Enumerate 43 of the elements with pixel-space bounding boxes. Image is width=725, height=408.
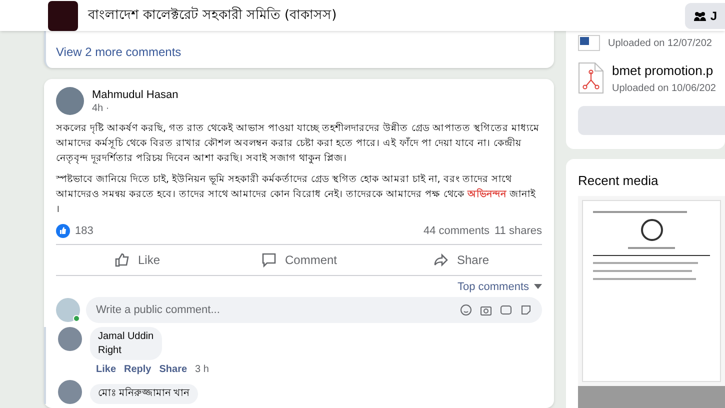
caret-icon [534, 284, 542, 290]
share-button[interactable]: Share [380, 246, 542, 272]
pdf-file-icon [578, 62, 604, 94]
author-avatar[interactable] [56, 87, 84, 115]
sticker-icon[interactable] [520, 304, 532, 316]
like-reaction-icon [56, 224, 70, 238]
view-more-comments-link[interactable]: View 2 more comments [56, 45, 182, 59]
comment-time: 3 h [195, 363, 209, 376]
word-document-icon [578, 35, 600, 51]
comment-author[interactable]: Jamal Uddin [98, 330, 154, 344]
sort-comments-button[interactable]: Top comments [457, 278, 542, 295]
thumbs-up-icon [114, 252, 130, 268]
reaction-count[interactable]: 183 [75, 223, 94, 240]
share-arrow-icon [432, 252, 449, 268]
upload-date: Uploaded on 10/06/202 [612, 82, 716, 96]
like-button[interactable]: Like [56, 246, 218, 272]
joined-button[interactable]: J [685, 2, 725, 28]
comments-count[interactable]: 44 comments [423, 223, 490, 240]
user-avatar[interactable] [56, 298, 80, 322]
comment-button[interactable]: Comment [218, 246, 380, 272]
avatar[interactable] [58, 380, 82, 404]
comment-action-link[interactable]: Share [159, 363, 188, 376]
document-image[interactable] [578, 196, 725, 408]
recent-media-title: Recent media [578, 172, 660, 190]
file-name[interactable]: bmet promotion.p [612, 61, 716, 80]
comment-action-link[interactable]: Like [96, 363, 116, 376]
author-name[interactable]: Mahmudul Hasan [92, 88, 178, 102]
comment-action-link[interactable]: Reply [124, 363, 152, 376]
post-paragraph: সকলের দৃষ্টি আকর্ষণ করছি, গত রাত থেকেই আভাস পাওয়া যাচ্ছে তহশীলদারদের উন্নীত গ্রেড আপাতত স্থগিতের মাধ্যমে আমাদের কর্মসূচি থেকে বিরত রাখার কৌশল অবলম্বন করার চেষ্টা করা হতে পারে। এই ফাঁদে পা দেয়া যাবে না। কেন্দ্রীয় নেতৃবৃন্দ দূরদর্শিতার পরিচয় দিবেন আশা করছি। সবাই সজাগ থাকুন প্লিজ। [56, 121, 540, 166]
avatar[interactable] [58, 327, 82, 351]
post-paragraph: স্পষ্টভাবে জানিয়ে দিতে চাই, ইউনিয়ন ভূমি সহকারী কর্মকর্তাদের গ্রেড স্থগিত হোক আমরা চাই না, বরং তাদের সাথে আমাদেরও সমন্বয় করতে হবে। তাদের সাথে আমাদের কোন বিরোধ নেই। তাদেরকে আমাদের পক্ষ থেকে অভিনন্দন জানাই । [56, 172, 537, 217]
shares-count[interactable]: 11 shares [494, 223, 542, 240]
post-time[interactable]: 4h · [92, 102, 178, 114]
upload-date: Uploaded on 12/07/202 [608, 36, 712, 50]
comment-input-field[interactable]: Write a public comment... [86, 297, 542, 323]
group-title[interactable]: বাংলাদেশ কালেক্টরেট সহকারী সমিতি (বাকাসস) [88, 6, 337, 26]
camera-icon[interactable] [480, 304, 492, 316]
emoji-icon[interactable] [460, 304, 472, 316]
people-icon [694, 10, 706, 20]
group-logo[interactable] [48, 0, 78, 30]
speech-bubble-icon [260, 252, 277, 268]
comment-text: Right [98, 344, 122, 357]
comment-author[interactable]: মোঃ মনিরুজ্জামান খান [98, 387, 190, 401]
